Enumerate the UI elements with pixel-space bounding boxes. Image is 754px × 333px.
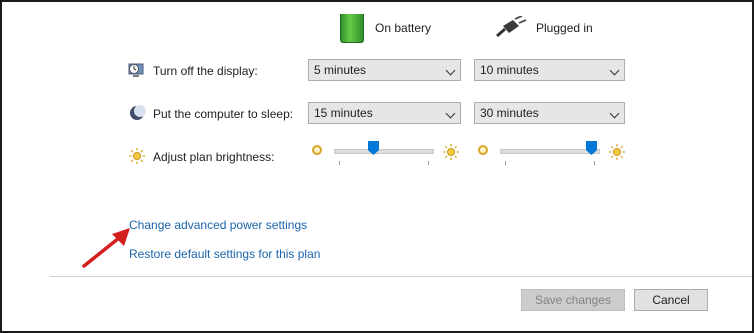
power-plan-settings-window: On battery Plugged in Turn off the displ… <box>0 0 754 333</box>
display-battery-select[interactable]: 5 minutes <box>308 59 461 81</box>
sleep-battery-value: 15 minutes <box>314 106 373 120</box>
brightness-label: Adjust plan brightness: <box>153 150 275 164</box>
plugged-in-header: Plugged in <box>536 21 593 35</box>
display-timeout-label: Turn off the display: <box>153 64 258 78</box>
slider-track <box>500 149 600 154</box>
annotation-arrow-icon <box>82 228 130 268</box>
brightness-sun-icon <box>129 148 145 164</box>
brightness-battery-slider[interactable] <box>334 141 434 167</box>
slider-tick <box>428 161 429 165</box>
slider-tick <box>594 161 595 165</box>
brightness-dim-icon <box>312 145 322 155</box>
save-changes-button[interactable]: Save changes <box>521 289 625 311</box>
display-plugged-value: 10 minutes <box>480 63 539 77</box>
brightness-dim-icon <box>478 145 488 155</box>
monitor-clock-icon <box>128 63 144 77</box>
chevron-down-icon <box>609 108 620 119</box>
chevron-down-icon <box>445 65 456 76</box>
chevron-down-icon <box>445 108 456 119</box>
display-battery-value: 5 minutes <box>314 63 367 77</box>
sleep-plugged-value: 30 minutes <box>480 106 539 120</box>
footer-divider <box>50 276 752 277</box>
display-plugged-select[interactable]: 10 minutes <box>474 59 625 81</box>
sleep-plugged-select[interactable]: 30 minutes <box>474 102 625 124</box>
restore-defaults-link[interactable]: Restore default settings for this plan <box>129 247 320 261</box>
slider-tick <box>339 161 340 165</box>
brightness-bright-icon <box>443 144 459 160</box>
sleep-battery-select[interactable]: 15 minutes <box>308 102 461 124</box>
sleep-timeout-label: Put the computer to sleep: <box>153 107 294 121</box>
battery-icon <box>340 14 364 43</box>
change-advanced-settings-link[interactable]: Change advanced power settings <box>129 218 307 232</box>
brightness-bright-icon <box>609 144 625 160</box>
on-battery-header: On battery <box>375 21 432 35</box>
cancel-button[interactable]: Cancel <box>634 289 708 311</box>
slider-tick <box>505 161 506 165</box>
plug-icon <box>496 16 527 38</box>
brightness-plugged-slider[interactable] <box>500 141 600 167</box>
moon-sleep-icon <box>130 105 146 120</box>
slider-track <box>334 149 434 154</box>
chevron-down-icon <box>609 65 620 76</box>
